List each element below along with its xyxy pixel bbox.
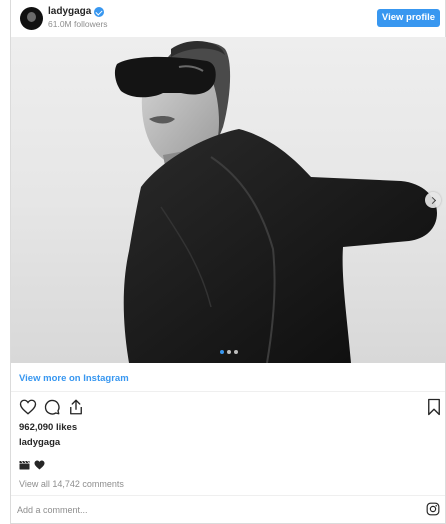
caption-username[interactable]: ladygaga: [19, 437, 60, 448]
caption-emojis: [19, 460, 45, 470]
verified-badge-icon: [94, 6, 105, 17]
username[interactable]: ladygaga: [48, 6, 91, 17]
share-icon[interactable]: [67, 398, 85, 416]
post-header: ladygaga 61.0M followers View profile: [11, 0, 445, 37]
add-comment-input[interactable]: [17, 501, 377, 519]
comment-bubble-icon[interactable]: [43, 398, 61, 416]
post-image: [114, 41, 437, 363]
like-count[interactable]: 962,090 likes: [19, 422, 77, 433]
instagram-embed-card: ladygaga 61.0M followers View profile Vi…: [10, 0, 446, 524]
username-row[interactable]: ladygaga: [48, 6, 105, 17]
view-all-comments-link[interactable]: View all 14,742 comments: [19, 479, 124, 489]
carousel-dot: [234, 350, 238, 354]
divider: [11, 391, 445, 392]
follower-count: 61.0M followers: [48, 19, 108, 29]
profile-avatar[interactable]: [20, 7, 43, 30]
carousel-dots: [220, 350, 238, 354]
black-heart-icon: [34, 460, 45, 470]
carousel-dot-active: [220, 350, 224, 354]
instagram-icon[interactable]: [426, 502, 440, 516]
action-bar: [19, 398, 85, 416]
carousel-dot: [227, 350, 231, 354]
post-photo[interactable]: [11, 37, 446, 363]
divider: [11, 495, 445, 496]
view-profile-button[interactable]: View profile: [377, 9, 440, 27]
view-more-on-instagram-link[interactable]: View more on Instagram: [19, 373, 129, 384]
clapper-board-icon: [19, 460, 30, 470]
next-slide-button[interactable]: [425, 192, 441, 208]
heart-icon[interactable]: [19, 398, 37, 416]
bookmark-icon[interactable]: [426, 398, 442, 416]
